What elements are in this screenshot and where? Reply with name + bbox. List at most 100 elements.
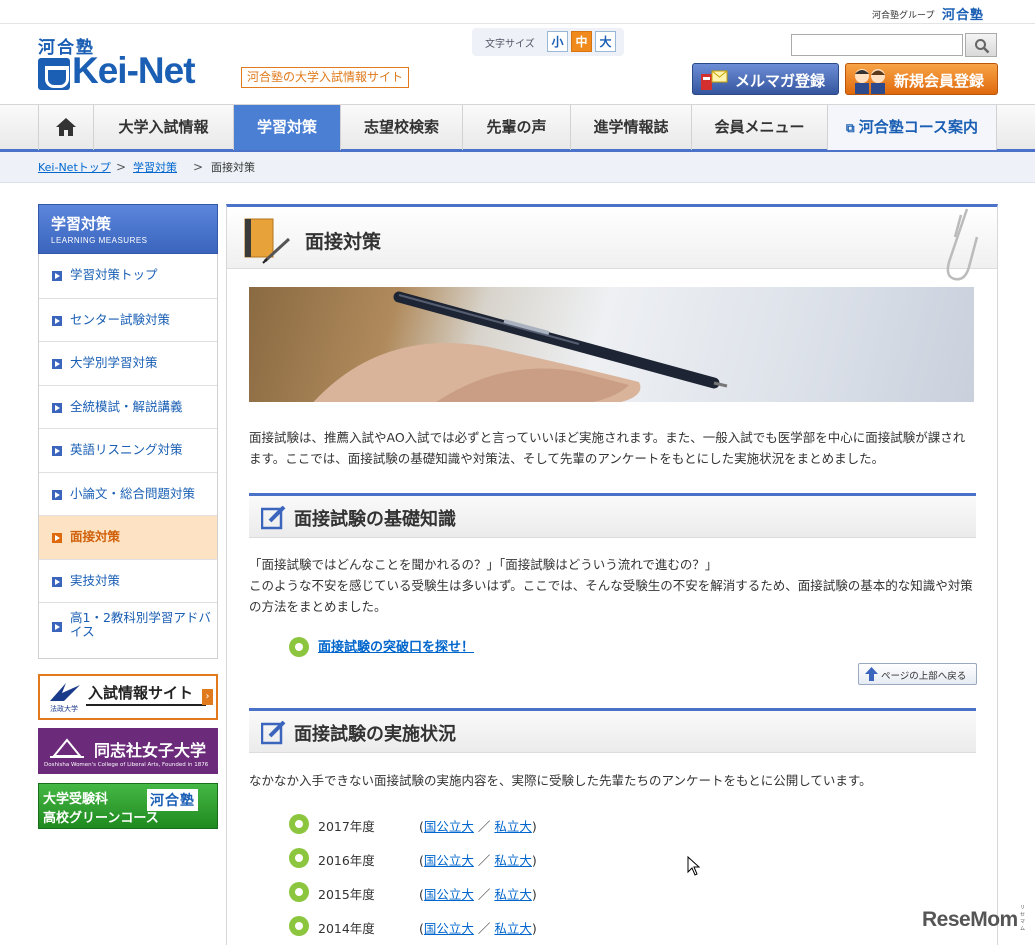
sidebar-item-label: 高1・2教科別学習アドバイス: [70, 610, 211, 639]
paren: ): [531, 819, 537, 834]
search-button[interactable]: [965, 33, 997, 57]
sidebar-item-label: 大学別学習対策: [70, 355, 158, 370]
slash: ／: [477, 887, 491, 902]
year-label: 2017年度: [318, 819, 375, 834]
main-content: 面接対策 面接試験は、推薦入試やAO入試では必ずと言っていいほど実施されます。ま…: [226, 204, 998, 945]
arrow-up-icon: [865, 667, 878, 681]
nav-kawaijuku-course[interactable]: ⧉ 河合塾コース案内: [827, 105, 997, 150]
group-label: 河合塾グループ: [872, 11, 935, 21]
sidebar-item-study-top[interactable]: 学習対策トップ: [39, 254, 217, 298]
kawaijuku-group-logo[interactable]: 河合塾: [942, 4, 984, 23]
year-row: 2014年度 (国公立大 ／ 私立大): [289, 915, 689, 937]
breadcrumb-home-link[interactable]: Kei-Netトップ: [38, 152, 111, 183]
year-links: (国公立大 ／ 私立大): [419, 816, 537, 835]
nav-kawaijuku-course-label: 河合塾コース案内: [858, 118, 978, 136]
year-links: (国公立大 ／ 私立大): [419, 918, 537, 937]
section-basics-text: 「面接試験ではどんなことを聞かれるの？」「面接試験はどういう流れで進むの？」 こ…: [249, 554, 977, 617]
year-row: 2016年度 (国公立大 ／ 私立大): [289, 847, 689, 869]
mailbox-icon: [701, 70, 728, 90]
slash: ／: [477, 921, 491, 936]
interview-breakthrough-link[interactable]: 面接試験の突破口を探せ！: [318, 636, 474, 655]
external-link-icon: ⧉: [845, 121, 859, 135]
breadcrumb-parent-link[interactable]: 学習対策: [133, 152, 177, 183]
green-course-logo: 河合塾: [147, 789, 198, 811]
year-links: (国公立大 ／ 私立大): [419, 884, 537, 903]
private-university-link[interactable]: 私立大: [494, 853, 532, 868]
green-course-banner[interactable]: 大学受験科 高校グリーンコース 河合塾: [38, 783, 218, 829]
paren: ): [531, 921, 537, 936]
sidebar-item-label: 全統模試・解説講義: [70, 398, 183, 414]
sidebar-item-grade-advice[interactable]: 高1・2教科別学習アドバイス: [39, 602, 217, 658]
private-university-link[interactable]: 私立大: [494, 819, 532, 834]
public-university-link[interactable]: 国公立大: [424, 853, 474, 868]
section-status-body: なかなか入手できない面接試験の実施内容を、実際に受験した先輩たちのアンケートをも…: [249, 773, 872, 788]
edit-icon: [261, 506, 286, 530]
year-links: (国公立大 ／ 私立大): [419, 850, 537, 869]
edit-icon: [261, 721, 286, 745]
sidebar-item-interview[interactable]: 面接対策: [39, 515, 217, 559]
join-label: 新規会員登録: [894, 72, 985, 90]
arrow-bullet-icon: [52, 402, 62, 413]
nav-magazine[interactable]: 進学情報誌: [570, 105, 691, 150]
page-title: 面接対策: [305, 231, 382, 253]
nav-school-search[interactable]: 志望校検索: [340, 105, 462, 150]
sidebar-item-label: 小論文・総合問題対策: [70, 485, 196, 501]
paren: ): [531, 853, 537, 868]
global-nav: 大学入試情報 学習対策 志望校検索 先輩の声 進学情報誌 会員メニュー ⧉ 河合…: [0, 104, 1035, 152]
hosei-banner-title: 入試情報サイト: [88, 684, 194, 702]
arrow-bullet-icon: [52, 576, 62, 587]
arrow-bullet-icon: [52, 489, 62, 500]
section-basics-quote: 「面接試験ではどんなことを聞かれるの？」「面接試験はどういう流れで進むの？」: [249, 557, 718, 572]
search-input[interactable]: [791, 34, 963, 56]
green-course-line1: 大学受験科: [43, 792, 109, 807]
nav-senpai-voices[interactable]: 先輩の声: [462, 105, 570, 150]
nav-study-measures[interactable]: 学習対策: [233, 105, 340, 150]
font-size-small-button[interactable]: 小: [547, 31, 568, 52]
public-university-link[interactable]: 国公立大: [424, 887, 474, 902]
sidebar-item-label: 面接対策: [70, 529, 121, 544]
doshisha-banner[interactable]: 同志社女子大学 Doshisha Women's College of Libe…: [38, 728, 218, 774]
arrow-bullet-icon: [52, 446, 62, 456]
sidebar-item-english-listening[interactable]: 英語リスニング対策: [39, 428, 217, 472]
page-top-button[interactable]: ページの上部へ戻る: [858, 663, 977, 685]
mailmag-label: メルマガ登録: [735, 72, 826, 90]
arrow-bullet-icon: [52, 622, 62, 632]
mailmag-register-button[interactable]: メルマガ登録: [692, 63, 839, 95]
sidebar-item-mock-exams[interactable]: 全統模試・解説講義: [39, 384, 217, 429]
sidebar-item-practical[interactable]: 実技対策: [39, 558, 217, 603]
year-row: 2017年度 (国公立大 ／ 私立大): [289, 813, 689, 835]
new-member-register-button[interactable]: 新規会員登録: [845, 63, 998, 95]
nav-admissions-info[interactable]: 大学入試情報: [93, 105, 233, 150]
sidebar-item-label: 学習対策トップ: [70, 267, 158, 282]
sidebar-item-university-study[interactable]: 大学別学習対策: [39, 341, 217, 385]
arrow-bullet-icon: [52, 271, 62, 281]
students-icon: [855, 69, 885, 94]
home-icon: [56, 118, 76, 136]
font-size-label: 文字サイズ: [485, 39, 535, 50]
section-heading-status: 面接試験の実施状況: [249, 708, 976, 753]
nav-home[interactable]: [38, 105, 93, 150]
page-top-label: ページの上部へ戻る: [881, 671, 967, 682]
paperclip-icon: [946, 208, 979, 281]
slash: ／: [477, 853, 491, 868]
private-university-link[interactable]: 私立大: [494, 887, 532, 902]
section-basics-body: このような不安を感じている受験生は多いはず。ここでは、そんな受験生の不安を解消す…: [249, 578, 973, 614]
sidebar-menu: 学習対策トップ センター試験対策 大学別学習対策 全統模試・解説講義 英語リスニ…: [38, 254, 218, 659]
public-university-link[interactable]: 国公立大: [424, 921, 474, 936]
year-label: 2014年度: [318, 921, 375, 936]
font-size-large-button[interactable]: 大: [595, 31, 616, 52]
hero-image-pen: [249, 287, 974, 402]
breadcrumb-current: 面接対策: [211, 161, 255, 174]
private-university-link[interactable]: 私立大: [494, 921, 532, 936]
font-size-medium-button[interactable]: 中: [571, 31, 592, 52]
sidebar-item-center-exam[interactable]: センター試験対策: [39, 297, 217, 342]
section-heading-basics: 面接試験の基礎知識: [249, 493, 976, 538]
sidebar-item-label: 英語リスニング対策: [70, 442, 183, 457]
green-circle-bullet-icon: [289, 848, 309, 868]
sidebar-item-essay[interactable]: 小論文・総合問題対策: [39, 471, 217, 516]
public-university-link[interactable]: 国公立大: [424, 819, 474, 834]
font-size-switcher: 文字サイズ 小 中 大: [472, 28, 624, 56]
nav-member-menu[interactable]: 会員メニュー: [691, 105, 827, 150]
doshisha-crest-icon: [50, 738, 84, 758]
hosei-banner[interactable]: 入試情報サイト 法政大学 ›: [38, 674, 218, 720]
